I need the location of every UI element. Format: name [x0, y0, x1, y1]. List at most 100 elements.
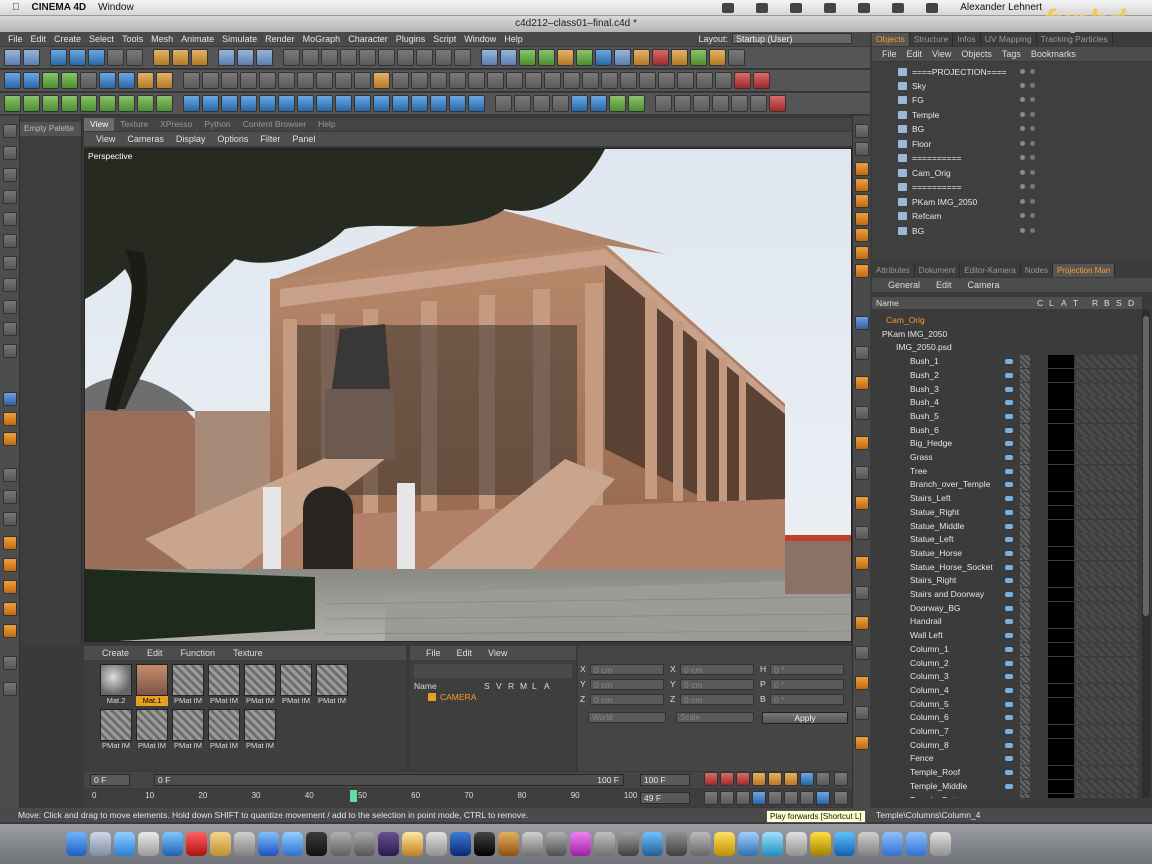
app-icon[interactable] — [474, 832, 495, 856]
table-row[interactable]: Grass — [872, 451, 1142, 465]
render-picture-viewer-icon[interactable] — [500, 49, 517, 66]
layer-eye-icon[interactable] — [1005, 496, 1013, 502]
tab-structure[interactable]: Structure — [910, 33, 954, 46]
tool-icon[interactable] — [3, 168, 17, 182]
tool-icon[interactable] — [411, 95, 428, 112]
playback-settings-icon[interactable] — [834, 791, 848, 805]
coord-pos-field[interactable]: 0 cm — [590, 694, 664, 705]
tool-icon[interactable] — [696, 72, 713, 89]
tool-icon[interactable] — [855, 526, 869, 540]
pen-icon[interactable] — [330, 832, 351, 856]
tab-attributes[interactable]: Attributes — [872, 264, 915, 277]
itunes-icon[interactable] — [258, 832, 279, 856]
obj-menu-tags[interactable]: Tags — [1002, 49, 1021, 59]
tool-icon[interactable] — [571, 95, 588, 112]
coord-scale-select[interactable]: Scale — [676, 712, 754, 723]
opera-icon[interactable] — [186, 832, 207, 856]
tool-icon[interactable] — [487, 72, 504, 89]
list-item[interactable]: FG — [872, 93, 1140, 107]
table-row[interactable]: Column_6 — [872, 711, 1142, 725]
table-row[interactable]: Temple_Roof — [872, 766, 1142, 780]
tool-icon[interactable] — [430, 95, 447, 112]
record-icon[interactable] — [704, 772, 718, 786]
layer-eye-icon[interactable] — [1005, 742, 1013, 748]
list-item[interactable]: Floor — [872, 137, 1140, 151]
tool-icon[interactable] — [297, 72, 314, 89]
menu-help[interactable]: Help — [504, 34, 523, 44]
tool-icon[interactable] — [3, 682, 17, 696]
cube-icon[interactable] — [4, 72, 21, 89]
tab-xpresso[interactable]: XPresso — [154, 118, 198, 131]
tool-icon[interactable] — [3, 624, 17, 638]
coord-pos-field[interactable]: 0 cm — [590, 679, 664, 690]
play-forwards-icon[interactable] — [752, 791, 766, 805]
launchpad-icon[interactable] — [90, 832, 111, 856]
tool-icon[interactable] — [715, 72, 732, 89]
list-item[interactable]: ========== — [872, 151, 1140, 165]
rotate-tool-icon[interactable] — [3, 412, 17, 426]
edges-mode-icon[interactable] — [172, 49, 189, 66]
menu-tools[interactable]: Tools — [122, 34, 143, 44]
table-row[interactable]: Bush_4 — [872, 396, 1142, 410]
tool-icon[interactable] — [652, 49, 669, 66]
table-row[interactable]: Column_2 — [872, 656, 1142, 671]
tool-icon[interactable] — [449, 95, 466, 112]
tool-icon[interactable] — [411, 72, 428, 89]
layer-eye-icon[interactable] — [1005, 633, 1013, 639]
tool-icon[interactable] — [354, 72, 371, 89]
tool-icon[interactable] — [99, 95, 116, 112]
tool-icon[interactable] — [855, 124, 869, 138]
tool-icon[interactable] — [576, 49, 593, 66]
layer-eye-icon[interactable] — [1005, 400, 1013, 406]
tool-icon[interactable] — [183, 95, 200, 112]
layer-eye-icon[interactable] — [1005, 660, 1013, 666]
obj-menu-edit[interactable]: Edit — [907, 49, 923, 59]
tool-icon[interactable] — [416, 49, 433, 66]
tool-icon[interactable] — [3, 344, 17, 358]
list-item[interactable]: Cam_Orig — [872, 166, 1140, 180]
tool-icon[interactable] — [614, 49, 631, 66]
tool-icon[interactable] — [855, 346, 869, 360]
uv-polygons-icon[interactable] — [256, 49, 273, 66]
tool-icon[interactable] — [677, 72, 694, 89]
tab-tracking-particles[interactable]: Tracking Particles — [1037, 33, 1113, 46]
tool-icon[interactable] — [373, 95, 390, 112]
tool-icon[interactable] — [392, 72, 409, 89]
layer-eye-icon[interactable] — [1005, 729, 1013, 734]
tool-icon[interactable] — [674, 95, 691, 112]
x-axis-lock-icon[interactable] — [50, 49, 67, 66]
tool-icon[interactable] — [335, 72, 352, 89]
material-swatch[interactable]: Mat.1 — [136, 664, 168, 706]
sphere-icon[interactable] — [23, 72, 40, 89]
tool-icon[interactable] — [731, 95, 748, 112]
tool-icon[interactable] — [855, 436, 869, 450]
tool-icon[interactable] — [506, 72, 523, 89]
tool-icon[interactable] — [855, 736, 869, 750]
layer-eye-icon[interactable] — [1005, 509, 1013, 515]
tool-icon[interactable] — [563, 72, 580, 89]
render-settings-icon[interactable] — [519, 49, 536, 66]
tool-icon[interactable] — [538, 49, 555, 66]
list-item[interactable]: BG — [872, 224, 1140, 238]
tool-icon[interactable] — [3, 322, 17, 336]
tool-icon[interactable] — [712, 95, 729, 112]
menu-select[interactable]: Select — [89, 34, 114, 44]
layer-eye-icon[interactable] — [1005, 441, 1013, 447]
list-item[interactable]: Refcam — [872, 209, 1140, 223]
tool-icon[interactable] — [259, 95, 276, 112]
pm-menu-edit[interactable]: Edit — [936, 280, 952, 290]
tool-icon[interactable] — [855, 142, 869, 156]
tool-icon[interactable] — [378, 49, 395, 66]
tool-icon[interactable] — [3, 234, 17, 248]
tool-icon[interactable] — [259, 72, 276, 89]
vp-menu-cameras[interactable]: Cameras — [127, 134, 164, 144]
app-icon[interactable] — [786, 832, 807, 856]
material-swatch[interactable]: PMat IM — [244, 709, 276, 751]
volume-icon[interactable] — [926, 2, 939, 13]
obj-menu-view[interactable]: View — [932, 49, 951, 59]
app-icon[interactable] — [642, 832, 663, 856]
tool-icon[interactable] — [552, 95, 569, 112]
tool-icon[interactable] — [23, 95, 40, 112]
tool-icon[interactable] — [855, 264, 869, 278]
layer-eye-icon[interactable] — [1005, 687, 1013, 693]
